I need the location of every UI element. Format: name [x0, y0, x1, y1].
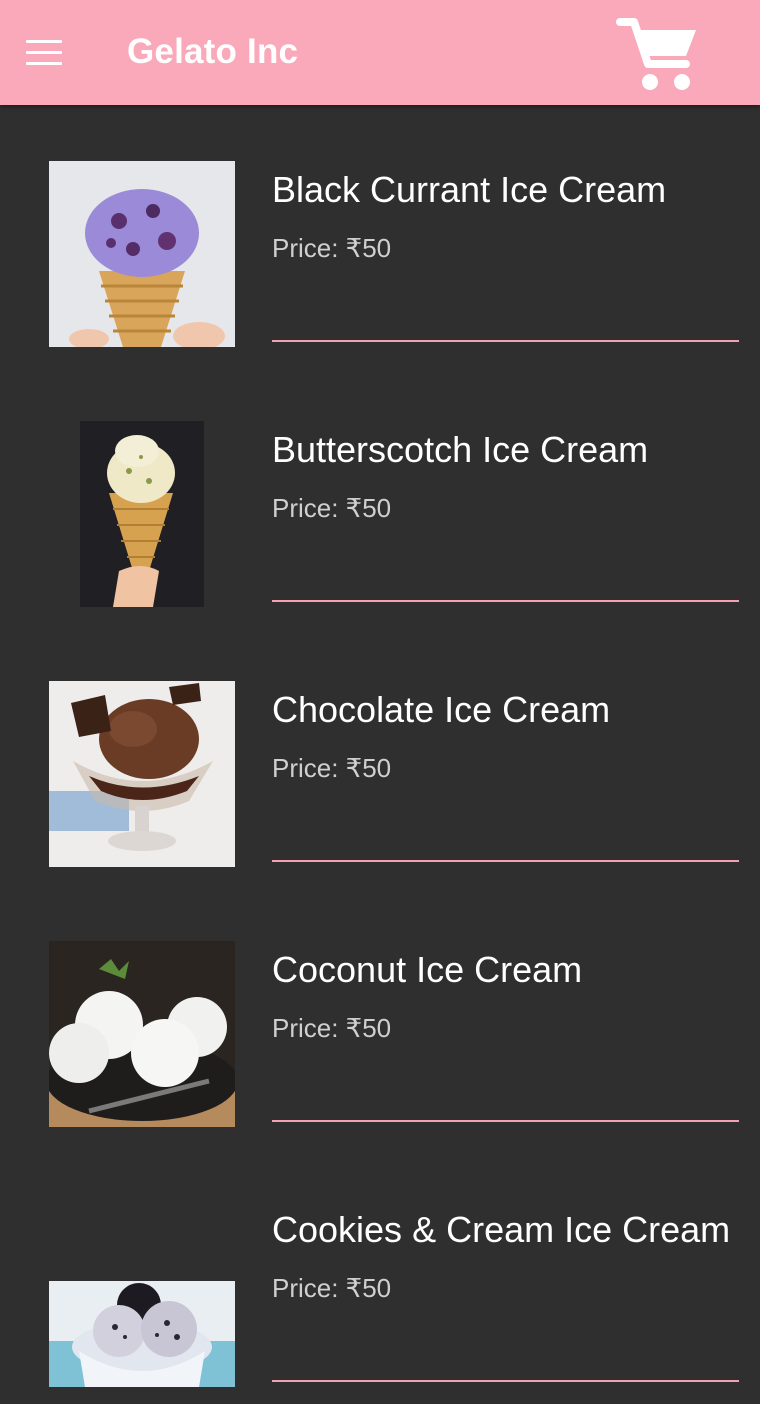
- product-name: Cookies & Cream Ice Cream: [272, 1209, 731, 1250]
- product-price: Price: ₹50: [272, 1273, 392, 1303]
- shopping-cart-icon: [616, 18, 696, 90]
- product-name: Butterscotch Ice Cream: [272, 429, 649, 470]
- hamburger-menu-icon[interactable]: [26, 40, 62, 66]
- list-item[interactable]: Coconut Ice Cream Price: ₹50: [0, 885, 760, 1145]
- butterscotch-cone-image: [49, 421, 235, 607]
- app-title: Gelato Inc: [127, 32, 299, 71]
- product-name: Black Currant Ice Cream: [272, 169, 667, 210]
- cookies-cream-bowl-image: [49, 1201, 235, 1387]
- list-item[interactable]: Chocolate Ice Cream Price: ₹50: [0, 625, 760, 885]
- chocolate-sundae-image: [49, 681, 235, 867]
- cart-button[interactable]: [612, 12, 702, 94]
- app-screen: Gelato Inc Black Currant Ice Cream Price…: [0, 0, 760, 1404]
- product-name: Coconut Ice Cream: [272, 949, 583, 990]
- app-bar: Gelato Inc: [0, 0, 760, 105]
- product-name: Chocolate Ice Cream: [272, 689, 611, 730]
- list-item[interactable]: Butterscotch Ice Cream Price: ₹50: [0, 365, 760, 625]
- product-price: Price: ₹50: [272, 233, 392, 263]
- divider: [272, 1380, 739, 1382]
- list-item[interactable]: Black Currant Ice Cream Price: ₹50: [0, 105, 760, 365]
- divider: [272, 1120, 739, 1122]
- product-price: Price: ₹50: [272, 753, 392, 783]
- product-price: Price: ₹50: [272, 1013, 392, 1043]
- divider: [272, 340, 739, 342]
- divider: [272, 860, 739, 862]
- coconut-scoops-image: [49, 941, 235, 1127]
- black-currant-cone-image: [49, 161, 235, 347]
- divider: [272, 600, 739, 602]
- list-item[interactable]: Cookies & Cream Ice Cream Price: ₹50: [0, 1145, 760, 1404]
- product-price: Price: ₹50: [272, 493, 392, 523]
